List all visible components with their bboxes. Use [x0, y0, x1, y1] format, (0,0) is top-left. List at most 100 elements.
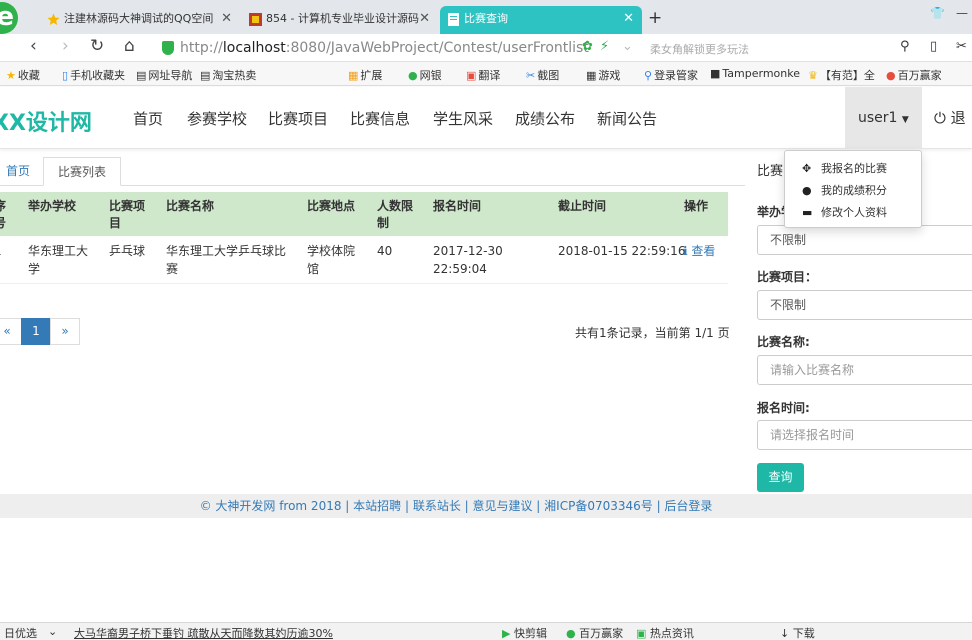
close-tab-icon[interactable]: ✕ — [419, 6, 430, 32]
key-icon: ⚲ — [644, 69, 653, 82]
breadcrumb-current[interactable]: 比赛列表 — [43, 157, 121, 186]
menu-my-scores[interactable]: ● 我的成绩积分 — [785, 180, 921, 202]
table-header: 序号 举办学校 比赛项目 比赛名称 比赛地点 人数限制 报名时间 截止时间 操作 — [0, 192, 728, 236]
cell-signup: 2017-12-30 22:59:04 — [433, 244, 503, 276]
url-field[interactable]: http://localhost:8080/JavaWebProject/Con… — [160, 37, 640, 59]
status-item[interactable]: ▶ 快剪辑 — [502, 625, 547, 640]
forward-icon[interactable]: › — [62, 36, 69, 56]
play-icon: ▶ — [502, 627, 511, 640]
refresh-accel-icon[interactable]: ✿ — [582, 39, 593, 54]
browser-tab-1[interactable]: 注建林源码大神调试的QQ空间 ✕ — [40, 6, 240, 34]
name-label: 比赛名称: — [757, 335, 810, 349]
cell-school: 华东理工大学 — [28, 244, 89, 276]
browser-status-bar: 日优选 ⌄ 大马华裔男子桥下垂钓 疏散从天而降数其妁历逾30% ▶ 快剪辑 ● … — [0, 622, 972, 640]
query-button[interactable]: 查询 — [757, 463, 804, 492]
security-shield-icon — [162, 41, 174, 55]
page-info: 共有1条记录，当前第 1/1 页 — [575, 326, 730, 340]
project-select[interactable]: 不限制 — [757, 290, 972, 320]
minimize-icon[interactable]: — — [956, 6, 968, 20]
cell-index: 1 — [0, 242, 2, 260]
nav-projects[interactable]: 比赛项目 — [268, 108, 328, 129]
dropdown-arrow-icon[interactable]: ⌄ — [622, 39, 633, 54]
reload-icon[interactable]: ↻ — [90, 36, 104, 56]
bookmarks-bar: ★ 收藏 ▯ 手机收藏夹 ▤ 网址导航 ▤ 淘宝热卖 ▦ 扩展 ● 网银 ▣ 翻译 ✂ 截图 ▦… — [0, 62, 972, 86]
search-icon[interactable]: ⚲ — [900, 39, 910, 54]
status-left[interactable]: 日优选 — [4, 625, 37, 640]
home-icon[interactable]: ⌂ — [124, 36, 135, 56]
browser-tab-3-active[interactable]: 比赛查询 ✕ — [440, 6, 642, 34]
skin-icon[interactable]: 👕 — [930, 6, 945, 20]
browser-tab-strip: e 注建林源码大神调试的QQ空间 ✕ 854 - 计算机专业毕业设计源码 ✕ 比… — [0, 0, 972, 34]
url-scheme: http:// — [180, 40, 223, 56]
bookmark-item[interactable]: ⚲ 登录管家 — [644, 67, 698, 83]
bookmark-item[interactable]: ▯ 手机收藏夹 — [62, 67, 125, 83]
site-footer[interactable]: © 大神开发网 from 2018 | 本站招聘 | 联系站长 | 意见与建议 … — [0, 494, 972, 518]
nav-news[interactable]: 新闻公告 — [597, 108, 657, 129]
bookmark-item[interactable]: ★ 收藏 — [6, 67, 40, 83]
url-host: localhost — [222, 40, 286, 56]
col-limit: 人数限制 — [377, 199, 414, 230]
cell-limit: 40 — [377, 244, 393, 258]
project-label: 比赛项目： — [757, 270, 818, 284]
bookmark-item[interactable]: ▦ 游戏 — [586, 67, 620, 83]
nav-results[interactable]: 成绩公布 — [515, 108, 575, 129]
nav-students[interactable]: 学生风采 — [433, 108, 493, 129]
site-brand-logo[interactable]: XX设计网 — [0, 105, 92, 137]
bookmark-item[interactable]: ♛ 【有范】全 — [808, 67, 875, 83]
lightning-icon[interactable]: ⚡ — [600, 39, 609, 54]
address-toolbar: ‹ › ↻ ⌂ http://localhost:8080/JavaWebPro… — [0, 34, 972, 62]
col-deadline: 截止时间 — [558, 199, 607, 213]
view-button[interactable]: ℹ 查看 — [683, 242, 715, 260]
name-input[interactable]: 请输入比赛名称 — [757, 355, 972, 385]
extension-icon: ▦ — [348, 69, 359, 82]
new-tab-button[interactable]: + — [648, 8, 662, 28]
breadcrumb: 首页 比赛列表 — [0, 157, 745, 186]
status-item[interactable]: ● 百万赢家 — [566, 625, 623, 640]
browser-tab-2[interactable]: 854 - 计算机专业毕业设计源码 ✕ — [242, 6, 438, 34]
cell-name: 华东理工大学乒乓球比赛 — [166, 244, 287, 276]
page-icon: ▤ — [136, 69, 147, 82]
breadcrumb-home[interactable]: 首页 — [6, 157, 30, 186]
bookmark-item[interactable]: ■ Tampermonke — [710, 67, 800, 80]
page-prev[interactable]: « — [0, 318, 22, 345]
page-next[interactable]: » — [50, 318, 80, 345]
close-tab-icon[interactable]: ✕ — [221, 6, 232, 32]
school-select[interactable]: 不限制 — [757, 225, 972, 255]
bookmark-item[interactable]: ▣ 翻译 — [466, 67, 500, 83]
col-index: 序号 — [0, 199, 7, 230]
tampermonkey-icon: ■ — [710, 67, 721, 80]
bookmark-item[interactable]: ● 百万赢家 — [886, 67, 942, 83]
browser-tab-title: 比赛查询 — [464, 12, 508, 25]
search-hint[interactable]: 柔女角解锁更多玩法 — [650, 41, 749, 57]
col-name: 比赛名称 — [166, 199, 215, 213]
nav-schools[interactable]: 参赛学校 — [187, 108, 247, 129]
news-icon: ▣ — [636, 627, 647, 640]
coin-icon: ● — [566, 627, 576, 640]
time-input[interactable]: 请选择报名时间 — [757, 420, 972, 450]
menu-edit-profile[interactable]: ▬ 修改个人资料 — [785, 202, 921, 224]
cell-place: 学校体院馆 — [307, 244, 356, 276]
chevron-down-icon[interactable]: ⌄ — [48, 625, 57, 638]
star-icon — [47, 13, 60, 25]
nav-home[interactable]: 首页 — [133, 108, 163, 129]
bookmark-item[interactable]: ● 网银 — [408, 67, 442, 83]
col-action: 操作 — [684, 199, 709, 213]
bookmark-item[interactable]: ▦ 扩展 — [348, 67, 382, 83]
news-ticker[interactable]: 大马华裔男子桥下垂钓 疏散从天而降数其妁历逾30% — [74, 625, 333, 640]
status-item[interactable]: ▣ 热点资讯 — [636, 625, 694, 640]
page-icon — [448, 13, 459, 26]
bookmark-item[interactable]: ▤ 网址导航 — [136, 67, 192, 83]
cut-icon[interactable]: ✂ — [956, 39, 967, 54]
menu-my-contests[interactable]: ✥ 我报名的比赛 — [785, 158, 921, 180]
user-menu-toggle[interactable]: user1 ▼ — [845, 87, 922, 149]
logout-button[interactable]: ⏻ 退 — [934, 107, 966, 128]
nav-contests[interactable]: 比赛信息 — [350, 108, 410, 129]
page-1[interactable]: 1 — [21, 318, 51, 345]
phone-icon[interactable]: ▯ — [930, 39, 937, 54]
close-tab-icon[interactable]: ✕ — [623, 6, 634, 32]
back-icon[interactable]: ‹ — [30, 36, 37, 56]
status-item[interactable]: ↓ 下载 — [780, 625, 815, 640]
bookmark-item[interactable]: ▤ 淘宝热卖 — [200, 67, 256, 83]
game-icon: ▦ — [586, 69, 597, 82]
bookmark-item[interactable]: ✂ 截图 — [526, 67, 559, 83]
